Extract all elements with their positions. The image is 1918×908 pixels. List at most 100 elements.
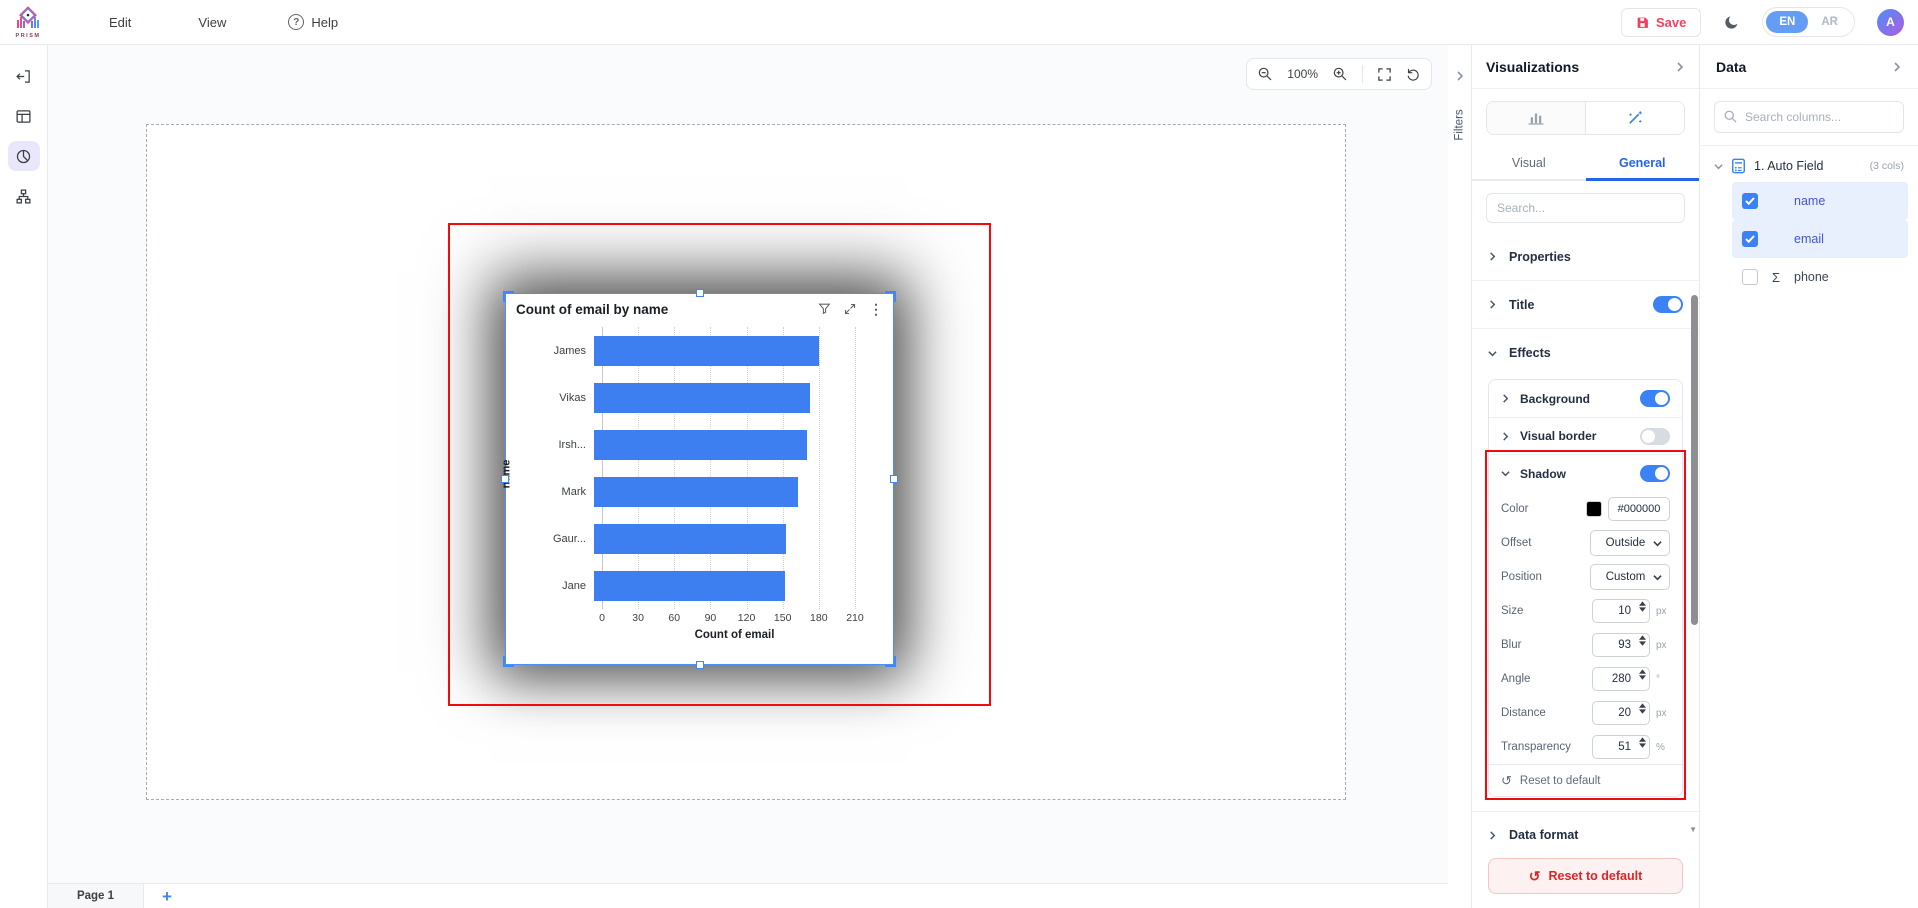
column-row-name[interactable]: name bbox=[1732, 182, 1908, 220]
distance-input[interactable]: 20 bbox=[1592, 701, 1650, 725]
size-stepper[interactable] bbox=[1639, 601, 1646, 612]
resize-handle-n[interactable] bbox=[696, 289, 704, 297]
pie-chart-icon[interactable] bbox=[8, 141, 40, 171]
more-options-icon[interactable]: ⋮ bbox=[869, 303, 883, 315]
angle-input[interactable]: 280 bbox=[1592, 667, 1650, 691]
dashboard-canvas[interactable]: 100% Count of email by name bbox=[48, 45, 1448, 883]
collapse-chevron-icon[interactable] bbox=[1675, 62, 1685, 72]
blur-input[interactable]: 93 bbox=[1592, 633, 1650, 657]
transparency-stepper[interactable] bbox=[1639, 737, 1646, 748]
section-effects[interactable]: Effects bbox=[1472, 329, 1699, 377]
x-axis-label: Count of email bbox=[602, 629, 867, 641]
collapse-chevron-icon[interactable] bbox=[1892, 62, 1902, 72]
resize-handle-ne[interactable] bbox=[885, 291, 896, 302]
tab-visual[interactable]: Visual bbox=[1472, 147, 1586, 179]
column-search-input[interactable] bbox=[1714, 101, 1904, 133]
menu-help[interactable]: ? Help bbox=[288, 14, 338, 30]
menu-edit[interactable]: Edit bbox=[109, 15, 131, 30]
bar[interactable] bbox=[594, 477, 798, 507]
stepper-down-icon[interactable] bbox=[1639, 709, 1646, 714]
shadow-section-annotated: Shadow Color Offset OutsidePosition Cust… bbox=[1489, 454, 1682, 796]
background-toggle[interactable] bbox=[1640, 390, 1670, 407]
add-page-icon[interactable]: + bbox=[162, 888, 172, 905]
category-label: Jane bbox=[516, 580, 594, 592]
effect-shadow-row[interactable]: Shadow bbox=[1489, 455, 1682, 492]
offset-select[interactable]: Outside bbox=[1590, 530, 1670, 556]
color-swatch[interactable] bbox=[1586, 501, 1602, 517]
resize-handle-s[interactable] bbox=[696, 661, 704, 669]
layout-icon[interactable] bbox=[8, 101, 40, 131]
settings-search-input[interactable] bbox=[1486, 193, 1685, 223]
resize-handle-w[interactable] bbox=[501, 475, 509, 483]
column-row-email[interactable]: email bbox=[1732, 220, 1908, 258]
dark-mode-icon[interactable] bbox=[1723, 14, 1740, 31]
lang-ar[interactable]: AR bbox=[1808, 11, 1851, 33]
fullscreen-icon[interactable] bbox=[1377, 67, 1392, 82]
distance-stepper[interactable] bbox=[1639, 703, 1646, 714]
save-button[interactable]: Save bbox=[1621, 8, 1701, 37]
resize-handle-nw[interactable] bbox=[503, 291, 514, 302]
stepper-up-icon[interactable] bbox=[1639, 601, 1646, 606]
effect-background-row[interactable]: Background bbox=[1489, 380, 1682, 417]
bar[interactable] bbox=[594, 383, 810, 413]
title-toggle[interactable] bbox=[1653, 296, 1683, 313]
reset-to-default-button[interactable]: ↺ Reset to default bbox=[1488, 858, 1683, 894]
angle-stepper[interactable] bbox=[1639, 669, 1646, 680]
column-row-phone[interactable]: Σ phone bbox=[1732, 258, 1908, 296]
color-hex-input[interactable] bbox=[1608, 497, 1670, 521]
expand-icon[interactable] bbox=[844, 303, 856, 315]
page-tab[interactable]: Page 1 bbox=[48, 884, 144, 908]
filter-icon[interactable] bbox=[818, 302, 831, 315]
collapse-panel-icon[interactable] bbox=[8, 61, 40, 91]
section-data-format[interactable]: Data format bbox=[1472, 811, 1699, 846]
sitemap-icon[interactable] bbox=[8, 181, 40, 211]
bar[interactable] bbox=[594, 571, 785, 601]
stepper-down-icon[interactable] bbox=[1639, 641, 1646, 646]
transparency-input[interactable]: 51 bbox=[1592, 735, 1650, 759]
effect-visual-border-row[interactable]: Visual border bbox=[1489, 417, 1682, 454]
column-checkbox[interactable] bbox=[1742, 231, 1758, 247]
section-properties[interactable]: Properties bbox=[1472, 233, 1699, 281]
effects-card: Background Visual border Shadow Color bbox=[1488, 379, 1683, 797]
column-checkbox[interactable] bbox=[1742, 269, 1758, 285]
chart-type-tab[interactable] bbox=[1487, 102, 1585, 134]
format-tab[interactable] bbox=[1585, 102, 1684, 134]
resize-handle-se[interactable] bbox=[885, 656, 896, 667]
menu-view[interactable]: View bbox=[198, 15, 226, 30]
user-avatar[interactable]: A bbox=[1877, 9, 1904, 36]
tab-general[interactable]: General bbox=[1586, 147, 1700, 179]
position-select[interactable]: Custom bbox=[1590, 564, 1670, 590]
column-checkbox[interactable] bbox=[1742, 193, 1758, 209]
stepper-down-icon[interactable] bbox=[1639, 743, 1646, 748]
panel-scrollbar-thumb[interactable] bbox=[1691, 295, 1698, 625]
bar[interactable] bbox=[594, 336, 819, 366]
visual-border-toggle[interactable] bbox=[1640, 428, 1670, 445]
shadow-toggle[interactable] bbox=[1640, 465, 1670, 482]
stepper-up-icon[interactable] bbox=[1639, 737, 1646, 742]
field-group-row[interactable]: 1. Auto Field (3 cols) bbox=[1700, 146, 1918, 182]
zoom-out-icon[interactable] bbox=[1257, 66, 1273, 82]
app-logo[interactable]: PRISM bbox=[8, 6, 48, 39]
scrollbar-down-arrow[interactable]: ▼ bbox=[1689, 825, 1697, 834]
section-title[interactable]: Title bbox=[1472, 281, 1699, 329]
stepper-down-icon[interactable] bbox=[1639, 675, 1646, 680]
resize-handle-e[interactable] bbox=[890, 475, 898, 483]
size-input[interactable]: 10 bbox=[1592, 599, 1650, 623]
bar[interactable] bbox=[594, 524, 786, 554]
resize-handle-sw[interactable] bbox=[503, 656, 514, 667]
blur-stepper[interactable] bbox=[1639, 635, 1646, 646]
shadow-reset-link[interactable]: ↺ Reset to default bbox=[1489, 764, 1682, 796]
reset-view-icon[interactable] bbox=[1406, 67, 1421, 82]
zoom-in-icon[interactable] bbox=[1332, 66, 1348, 82]
language-toggle[interactable]: EN AR bbox=[1762, 7, 1855, 37]
chart-widget[interactable]: Count of email by name ⋮ name James Vika… bbox=[505, 293, 894, 665]
lang-en[interactable]: EN bbox=[1766, 11, 1808, 33]
bar[interactable] bbox=[594, 430, 807, 460]
filters-strip[interactable]: Filters bbox=[1448, 45, 1472, 908]
check-icon bbox=[1745, 235, 1755, 243]
stepper-up-icon[interactable] bbox=[1639, 703, 1646, 708]
stepper-down-icon[interactable] bbox=[1639, 607, 1646, 612]
stepper-up-icon[interactable] bbox=[1639, 635, 1646, 640]
stepper-up-icon[interactable] bbox=[1639, 669, 1646, 674]
chevron-right-icon bbox=[1501, 432, 1510, 441]
